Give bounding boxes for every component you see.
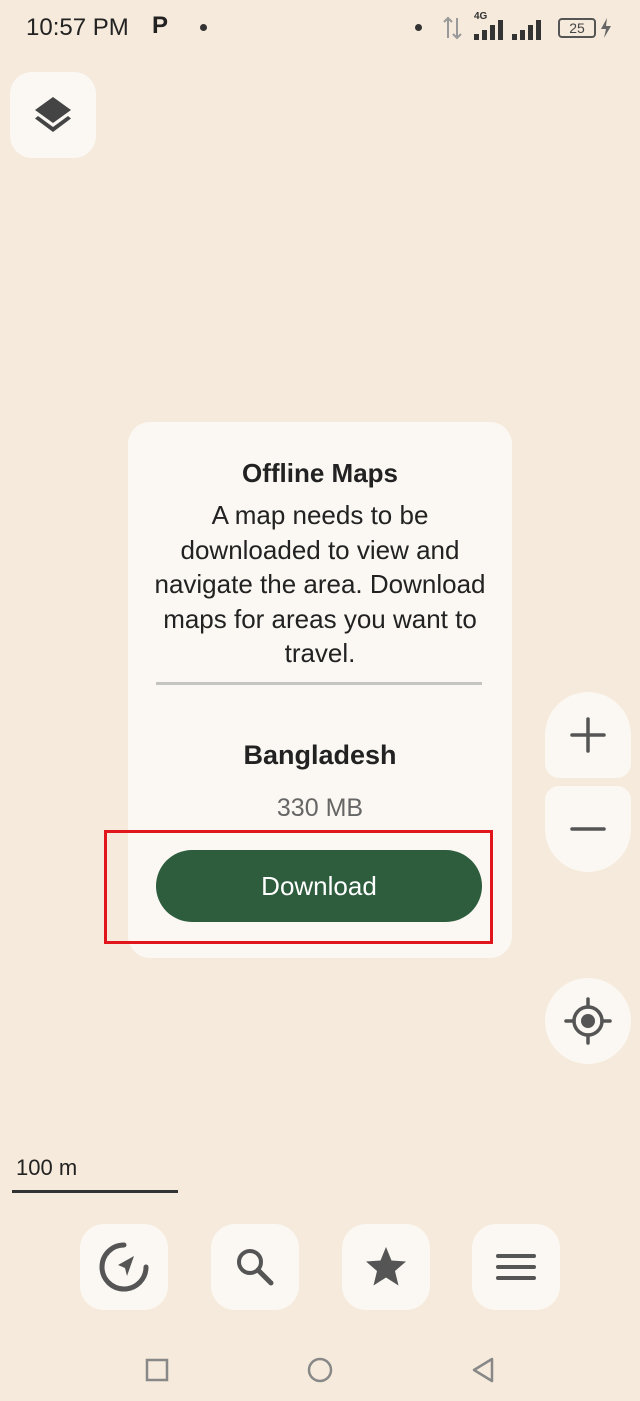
search-button[interactable] <box>211 1224 299 1310</box>
charging-icon <box>601 18 611 38</box>
status-bar: 10:57 PM P 4G 25 <box>0 0 640 56</box>
route-button[interactable] <box>80 1224 168 1310</box>
star-icon <box>366 1247 406 1286</box>
dialog-message: A map needs to be downloaded to view and… <box>154 500 486 668</box>
square-icon <box>145 1358 169 1382</box>
back-button[interactable] <box>463 1350 503 1390</box>
my-location-button[interactable] <box>545 978 631 1064</box>
home-button[interactable] <box>300 1350 340 1390</box>
status-dot-icon <box>415 24 422 31</box>
map-scale-bar <box>12 1190 178 1193</box>
menu-button[interactable] <box>472 1224 560 1310</box>
plus-icon <box>570 717 606 753</box>
back-triangle-icon <box>472 1357 494 1383</box>
region-name: Bangladesh <box>243 740 397 770</box>
region-size: 330 MB <box>276 794 364 822</box>
data-transfer-icon <box>443 16 462 40</box>
circle-icon <box>307 1357 333 1383</box>
dialog-title: Offline Maps <box>241 458 398 488</box>
navigation-icon <box>99 1242 149 1292</box>
minus-icon <box>570 827 606 831</box>
bookmarks-button[interactable] <box>342 1224 430 1310</box>
zoom-in-button[interactable] <box>545 692 631 778</box>
signal-icon <box>474 20 503 40</box>
signal-icon-2 <box>512 20 541 40</box>
map-scale-label: 100 m <box>16 1155 78 1180</box>
menu-icon <box>496 1254 536 1280</box>
recent-apps-button[interactable] <box>137 1350 177 1390</box>
search-icon <box>237 1249 274 1286</box>
dialog-divider <box>156 682 482 685</box>
battery-level: 25 <box>569 20 585 36</box>
offline-maps-dialog: Offline Maps A map needs to be downloade… <box>128 422 512 958</box>
app-notification-icon: P <box>152 12 169 39</box>
status-time: 10:57 PM <box>26 14 129 41</box>
layers-icon <box>35 97 71 132</box>
download-button[interactable]: Download <box>156 850 482 922</box>
layers-button[interactable] <box>10 72 96 158</box>
notification-dot-icon <box>200 24 207 31</box>
zoom-out-button[interactable] <box>545 786 631 872</box>
my-location-icon <box>564 997 612 1045</box>
battery-icon: 25 <box>558 18 596 38</box>
